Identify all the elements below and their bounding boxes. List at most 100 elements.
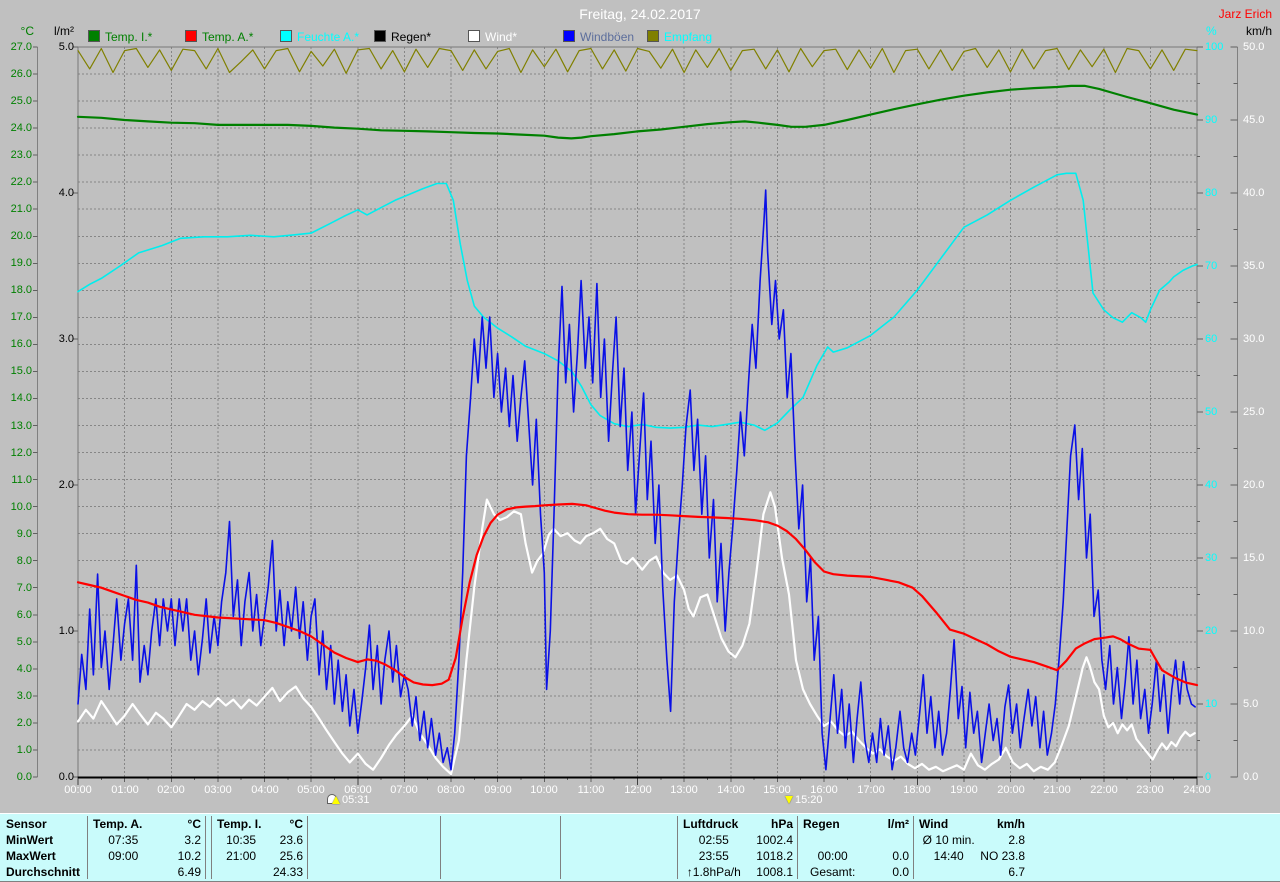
- table-column-separator: [797, 816, 798, 879]
- table-sensor-unit: l/m²: [887, 817, 909, 831]
- temp-c-tick-label: 14.0: [10, 392, 32, 404]
- temp-c-tick-label: 25.0: [10, 95, 32, 107]
- x-tick-label: 17:00: [857, 784, 885, 796]
- legend-item-temp_a: Temp. A.*: [185, 30, 253, 44]
- x-tick-label: 13:00: [670, 784, 698, 796]
- table-sensor-unit: °C: [289, 817, 303, 831]
- x-tick-label: 24:00: [1183, 784, 1211, 796]
- legend-item-label: Wind*: [485, 30, 518, 44]
- chart-canvas[interactable]: [0, 0, 1280, 812]
- temp-c-tick-label: 6.0: [16, 609, 32, 621]
- table-cell-value: 1008.1: [756, 865, 793, 879]
- x-tick-label: 02:00: [157, 784, 185, 796]
- rain-tick-label: 3.0: [58, 333, 74, 345]
- legend-item-wind: Wind*: [468, 30, 518, 44]
- table-column-separator: [440, 816, 441, 879]
- humidity-tick-label: 100: [1205, 41, 1224, 53]
- table-sensor-unit: km/h: [996, 817, 1025, 831]
- temp-c-tick-label: 8.0: [16, 555, 32, 567]
- kmh-tick-label: 45.0: [1243, 114, 1265, 126]
- table-cell: 07:35 3.2: [93, 832, 201, 848]
- table-cell-time: 21:00: [226, 849, 257, 863]
- humidity-tick-label: 90: [1205, 114, 1218, 126]
- table-column-separator: [205, 816, 206, 879]
- x-tick-label: 23:00: [1136, 784, 1164, 796]
- table-cell-time: 09:00: [108, 849, 139, 863]
- table-cell: 21:00 25.6: [217, 848, 303, 864]
- marker-time-label: 15:20: [795, 794, 823, 806]
- humidity-tick-label: 30: [1205, 552, 1218, 564]
- temp-c-tick-label: 5.0: [16, 636, 32, 648]
- x-tick-label: 03:00: [204, 784, 232, 796]
- temp-c-tick-label: 11.0: [11, 474, 32, 486]
- table-cell-value: 0.0: [892, 849, 909, 863]
- table-sensor-name: Temp. A.: [93, 817, 143, 831]
- table-cell-time: [93, 864, 153, 880]
- x-tick-label: 01:00: [111, 784, 139, 796]
- x-tick-label: 11:00: [577, 784, 605, 796]
- x-tick-label: 22:00: [1090, 784, 1118, 796]
- table-header-temp-a-: Temp. A. °C: [93, 816, 201, 832]
- legend-item-windboeen: Windböen: [563, 30, 635, 44]
- rain-tick-label: 0.0: [58, 771, 74, 783]
- table-column-separator: [677, 816, 678, 879]
- legend-item-label: Temp. I.*: [105, 30, 153, 44]
- sun-triangle-icon: [332, 796, 340, 804]
- table-sensor-name: Regen: [803, 817, 840, 831]
- legend-item-label: Empfang: [664, 30, 713, 44]
- table-cell: 6.49: [93, 864, 201, 880]
- marker-time-label: 05:31: [342, 794, 370, 806]
- humidity-tick-label: 50: [1205, 406, 1218, 418]
- table-header-temp-i-: Temp. I. °C: [217, 816, 303, 832]
- table-column-separator: [913, 816, 914, 879]
- empfang-legend-swatch-icon: [647, 30, 659, 42]
- table-cell-value: 0.0: [892, 865, 909, 879]
- x-tick-label: 19:00: [950, 784, 978, 796]
- kmh-tick-label: 0.0: [1243, 771, 1259, 783]
- table-cell: 24.33: [217, 864, 303, 880]
- table-sensor-name: Temp. I.: [217, 817, 262, 831]
- temp-c-tick-label: 9.0: [16, 528, 32, 540]
- rain-tick-label: 5.0: [58, 41, 74, 53]
- table-cell-time: [217, 864, 265, 880]
- regen-legend-swatch-icon: [374, 30, 386, 42]
- table-cell-value: 6.49: [177, 865, 201, 879]
- temp_a-legend-swatch-icon: [185, 30, 197, 42]
- x-tick-label: 07:00: [390, 784, 418, 796]
- temp_i-legend-swatch-icon: [88, 30, 100, 42]
- rain-tick-label: 1.0: [58, 625, 74, 637]
- temp-c-tick-label: 13.0: [10, 420, 32, 432]
- table-column-separator: [560, 816, 561, 879]
- table-row-label: Sensor: [6, 817, 47, 831]
- table-cell-time: [919, 864, 978, 880]
- temp-c-tick-label: 19.0: [10, 257, 32, 269]
- table-cell: 10:35 23.6: [217, 832, 303, 848]
- temp-c-tick-label: 15.0: [10, 365, 32, 377]
- kmh-tick-label: 10.0: [1243, 625, 1265, 637]
- humidity-tick-label: 60: [1205, 333, 1218, 345]
- x-tick-label: 08:00: [437, 784, 465, 796]
- table-cell-time: 23:55: [698, 849, 729, 863]
- table-column-separator: [87, 816, 88, 879]
- humidity-tick-label: 70: [1205, 260, 1218, 272]
- table-cell: 23:55 1018.2: [683, 848, 793, 864]
- rain-tick-label: 2.0: [58, 479, 74, 491]
- humidity-tick-label: 10: [1205, 698, 1218, 710]
- temp-c-tick-label: 0.0: [16, 771, 32, 783]
- table-cell-value: 10.2: [177, 849, 201, 863]
- temp-c-tick-label: 24.0: [10, 122, 32, 134]
- table-cell-time: 00:00: [817, 849, 848, 863]
- temp-c-tick-label: 22.0: [10, 176, 32, 188]
- table-cell-time: 10:35: [226, 833, 257, 847]
- x-tick-label: 20:00: [997, 784, 1025, 796]
- table-cell: 00:00 0.0: [803, 848, 909, 864]
- kmh-tick-label: 40.0: [1243, 187, 1265, 199]
- temp-c-tick-label: 2.0: [16, 717, 32, 729]
- legend-item-label: Windböen: [580, 30, 635, 44]
- temp-c-tick-label: 3.0: [16, 690, 32, 702]
- legend-item-label: Regen*: [391, 30, 432, 44]
- table-cell-value: 6.7: [1008, 865, 1025, 879]
- kmh-tick-label: 20.0: [1243, 479, 1265, 491]
- table-cell-value: 23.6: [279, 833, 303, 847]
- table-cell-time: 14:40: [933, 849, 964, 863]
